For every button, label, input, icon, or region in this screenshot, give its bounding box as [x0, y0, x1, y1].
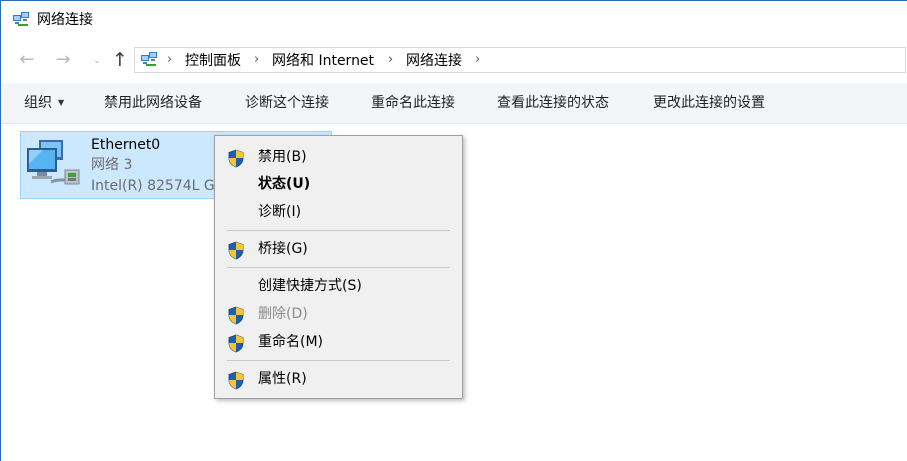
menu-item-properties[interactable]: 属性(R) — [217, 366, 460, 392]
network-connections-icon — [13, 12, 29, 26]
ethernet-adapter-icon — [27, 140, 80, 185]
view-status-button[interactable]: 查看此连接的状态 — [497, 94, 609, 112]
address-bar[interactable]: › 控制面板 › 网络和 Internet › 网络连接 › — [134, 47, 906, 73]
up-arrow-icon[interactable]: ↑ — [110, 50, 130, 70]
forward-arrow-icon[interactable]: → — [53, 50, 73, 70]
uac-shield-icon — [228, 371, 244, 390]
menu-item-label: 属性(R) — [258, 371, 307, 387]
disable-device-button[interactable]: 禁用此网络设备 — [104, 94, 202, 112]
breadcrumb-separator-icon[interactable]: › — [254, 51, 259, 69]
context-menu: 禁用(B) 状态(U) 诊断(I) 桥接(G) 创建快捷方式(S) 删除(D) … — [214, 135, 463, 399]
organize-label: 组织 — [24, 95, 52, 111]
connection-network: 网络 3 — [91, 157, 133, 173]
menu-item-label: 重命名(M) — [258, 334, 324, 350]
menu-item-bridge[interactable]: 桥接(G) — [217, 236, 460, 262]
connection-name: Ethernet0 — [91, 137, 161, 153]
rename-connection-button[interactable]: 重命名此连接 — [371, 94, 455, 112]
menu-item-label: 状态(U) — [258, 176, 311, 192]
menu-item-disable[interactable]: 禁用(B) — [217, 144, 460, 170]
menu-separator — [227, 230, 450, 231]
menu-item-status[interactable]: 状态(U) — [217, 171, 460, 197]
menu-item-label: 诊断(I) — [258, 204, 302, 220]
change-settings-button[interactable]: 更改此连接的设置 — [653, 94, 765, 112]
organize-menu-button[interactable]: 组织 ▼ — [24, 94, 64, 112]
uac-shield-icon — [228, 334, 244, 353]
command-bar: 组织 ▼ 禁用此网络设备 诊断这个连接 重命名此连接 查看此连接的状态 更改此连接… — [1, 83, 907, 124]
breadcrumb-separator-icon[interactable]: › — [167, 51, 172, 69]
window-title: 网络连接 — [37, 12, 93, 28]
menu-separator — [227, 267, 450, 268]
title-bar: 网络连接 — [1, 1, 907, 38]
diagnose-connection-button[interactable]: 诊断这个连接 — [245, 94, 329, 112]
dropdown-caret-icon: ▼ — [58, 98, 65, 107]
menu-item-label: 禁用(B) — [258, 149, 307, 165]
menu-item-label: 删除(D) — [258, 306, 308, 322]
uac-shield-icon — [228, 306, 244, 325]
breadcrumb-separator-icon[interactable]: › — [475, 51, 480, 69]
recent-locations-chevron-icon[interactable]: ⌄ — [87, 51, 107, 71]
menu-item-diagnose[interactable]: 诊断(I) — [217, 199, 460, 225]
breadcrumb-network-connections[interactable]: 网络连接 — [406, 52, 462, 70]
uac-shield-icon — [228, 149, 244, 168]
network-connections-icon — [141, 52, 157, 66]
connection-adapter: Intel(R) 82574L Gigabit Network Connecti… — [91, 178, 215, 194]
menu-item-create-shortcut[interactable]: 创建快捷方式(S) — [217, 273, 460, 299]
navigation-bar: ← → ⌄ ↑ › 控制面板 › 网络和 Internet › 网络连接 › — [1, 38, 907, 82]
breadcrumb-control-panel[interactable]: 控制面板 — [185, 52, 241, 70]
breadcrumb-network-and-internet[interactable]: 网络和 Internet — [272, 52, 374, 70]
breadcrumb-separator-icon[interactable]: › — [388, 51, 393, 69]
menu-item-delete: 删除(D) — [217, 301, 460, 327]
back-arrow-icon[interactable]: ← — [17, 50, 37, 70]
menu-separator — [227, 360, 450, 361]
menu-item-rename[interactable]: 重命名(M) — [217, 329, 460, 355]
menu-item-label: 创建快捷方式(S) — [258, 278, 362, 294]
uac-shield-icon — [228, 241, 244, 260]
menu-item-label: 桥接(G) — [258, 241, 308, 257]
